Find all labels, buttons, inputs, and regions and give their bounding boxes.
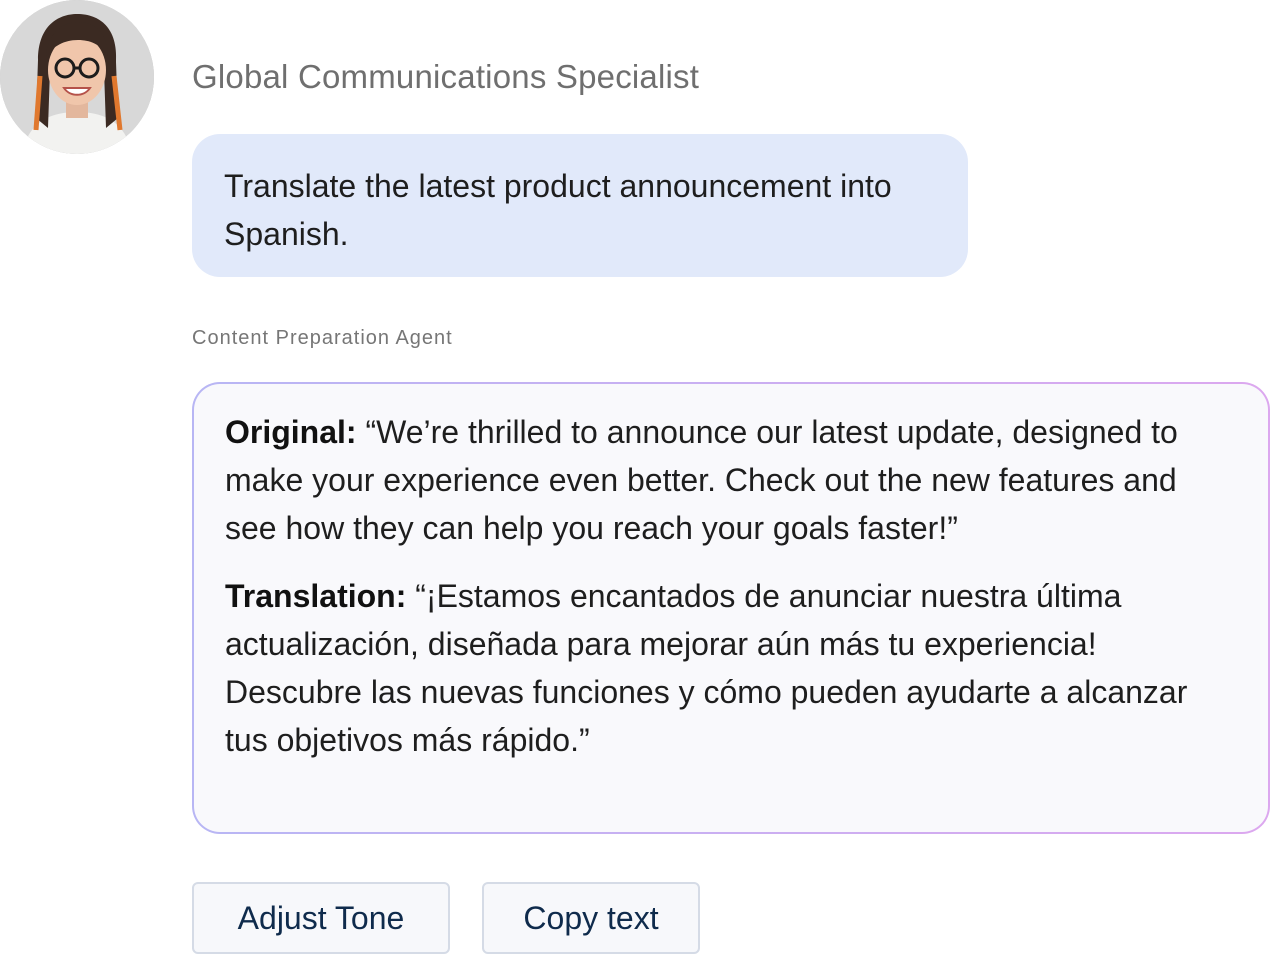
original-paragraph: Original: “We’re thrilled to announce ou… bbox=[225, 408, 1237, 552]
chat-thread: Global Communications Specialist Transla… bbox=[0, 0, 1270, 970]
original-label: Original: bbox=[225, 414, 357, 450]
user-role-name: Global Communications Specialist bbox=[192, 58, 700, 95]
translation-label: Translation: bbox=[225, 578, 407, 614]
translation-paragraph: Translation: “¡Estamos encantados de anu… bbox=[225, 572, 1237, 764]
agent-name: Content Preparation Agent bbox=[192, 327, 453, 349]
user-message-bubble: Translate the latest product announcemen… bbox=[192, 134, 968, 277]
copy-text-button[interactable]: Copy text bbox=[482, 882, 700, 954]
person-avatar-photo bbox=[0, 0, 154, 154]
user-avatar bbox=[0, 0, 154, 154]
original-text: “We’re thrilled to announce our latest u… bbox=[225, 414, 1178, 546]
adjust-tone-button[interactable]: Adjust Tone bbox=[192, 882, 450, 954]
agent-response-bubble: Original: “We’re thrilled to announce ou… bbox=[192, 382, 1270, 834]
